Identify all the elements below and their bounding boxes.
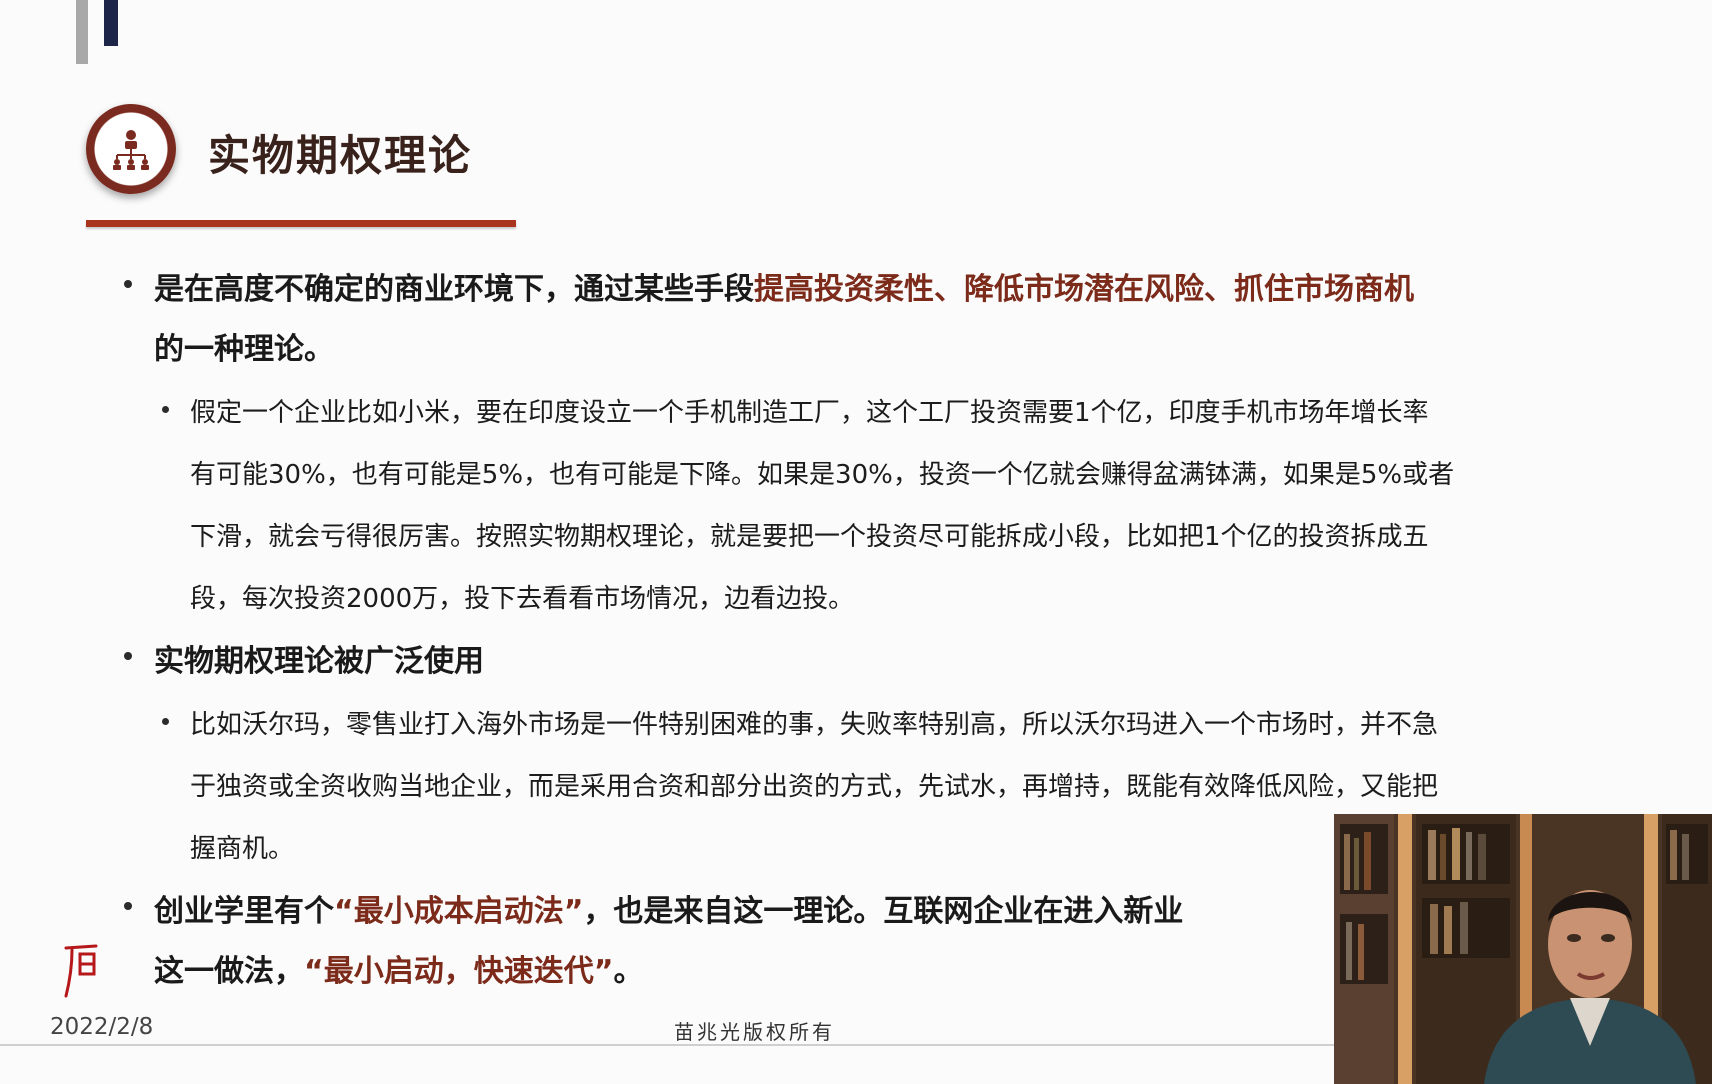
point-2-sub-line-1: 比如沃尔玛，零售业打入海外市场是一件特别困难的事，失败率特别高，所以沃尔玛进入一… [190, 710, 1439, 740]
point-2-line-1: 实物期权理论被广泛使用 [154, 644, 484, 679]
corner-bar-navy [104, 0, 118, 46]
point-1-line-2: 的一种理论。 [154, 332, 334, 367]
sub-bullet [162, 406, 169, 413]
bullet [124, 280, 132, 288]
point-2-sub-line-3: 握商机。 [190, 834, 295, 864]
bullet [124, 652, 132, 660]
bullet [124, 902, 132, 910]
org-chart-icon [86, 104, 176, 194]
point-1-sub-line-3: 下滑，就会亏得很厉害。按照实物期权理论，就是要把一个投资尽可能拆成小段，比如把1… [190, 522, 1429, 552]
red-seal-mark-icon [62, 940, 100, 1000]
point-1-sub-line-1: 假定一个企业比如小米，要在印度设立一个手机制造工厂，这个工厂投资需要1个亿，印度… [190, 398, 1429, 428]
corner-bar-gray [76, 0, 88, 64]
point-3-line-2: 这一做法，“最小启动，快速迭代”。 [154, 954, 644, 989]
slide-title: 实物期权理论 [208, 131, 473, 180]
point-1-sub-line-4: 段，每次投资2000万，投下去看看市场情况，边看边投。 [190, 584, 855, 614]
title-underline [86, 220, 516, 227]
sub-bullet [162, 718, 169, 725]
point-2-sub-line-2: 于独资或全资收购当地企业，而是采用合资和部分出资的方式，先试水，再增持，既能有效… [190, 772, 1439, 802]
point-3-line-1: 创业学里有个“最小成本启动法”，也是来自这一理论。互联网企业在进入新业 [154, 894, 1184, 929]
footer-divider [0, 1044, 1340, 1046]
slide-date: 2022/2/8 [50, 1014, 154, 1040]
copyright-notice: 苗兆光版权所有 [674, 1020, 835, 1044]
presenter-video-feed [1334, 814, 1712, 1084]
point-1-sub-line-2: 有可能30%，也有可能是5%，也有可能是下降。如果是30%，投资一个亿就会赚得盆… [190, 460, 1455, 490]
point-1-line-1: 是在高度不确定的商业环境下，通过某些手段提高投资柔性、降低市场潜在风险、抓住市场… [154, 272, 1414, 307]
slide: 实物期权理论 是在高度不确定的商业环境下，通过某些手段提高投资柔性、降低市场潜在… [0, 0, 1712, 1084]
